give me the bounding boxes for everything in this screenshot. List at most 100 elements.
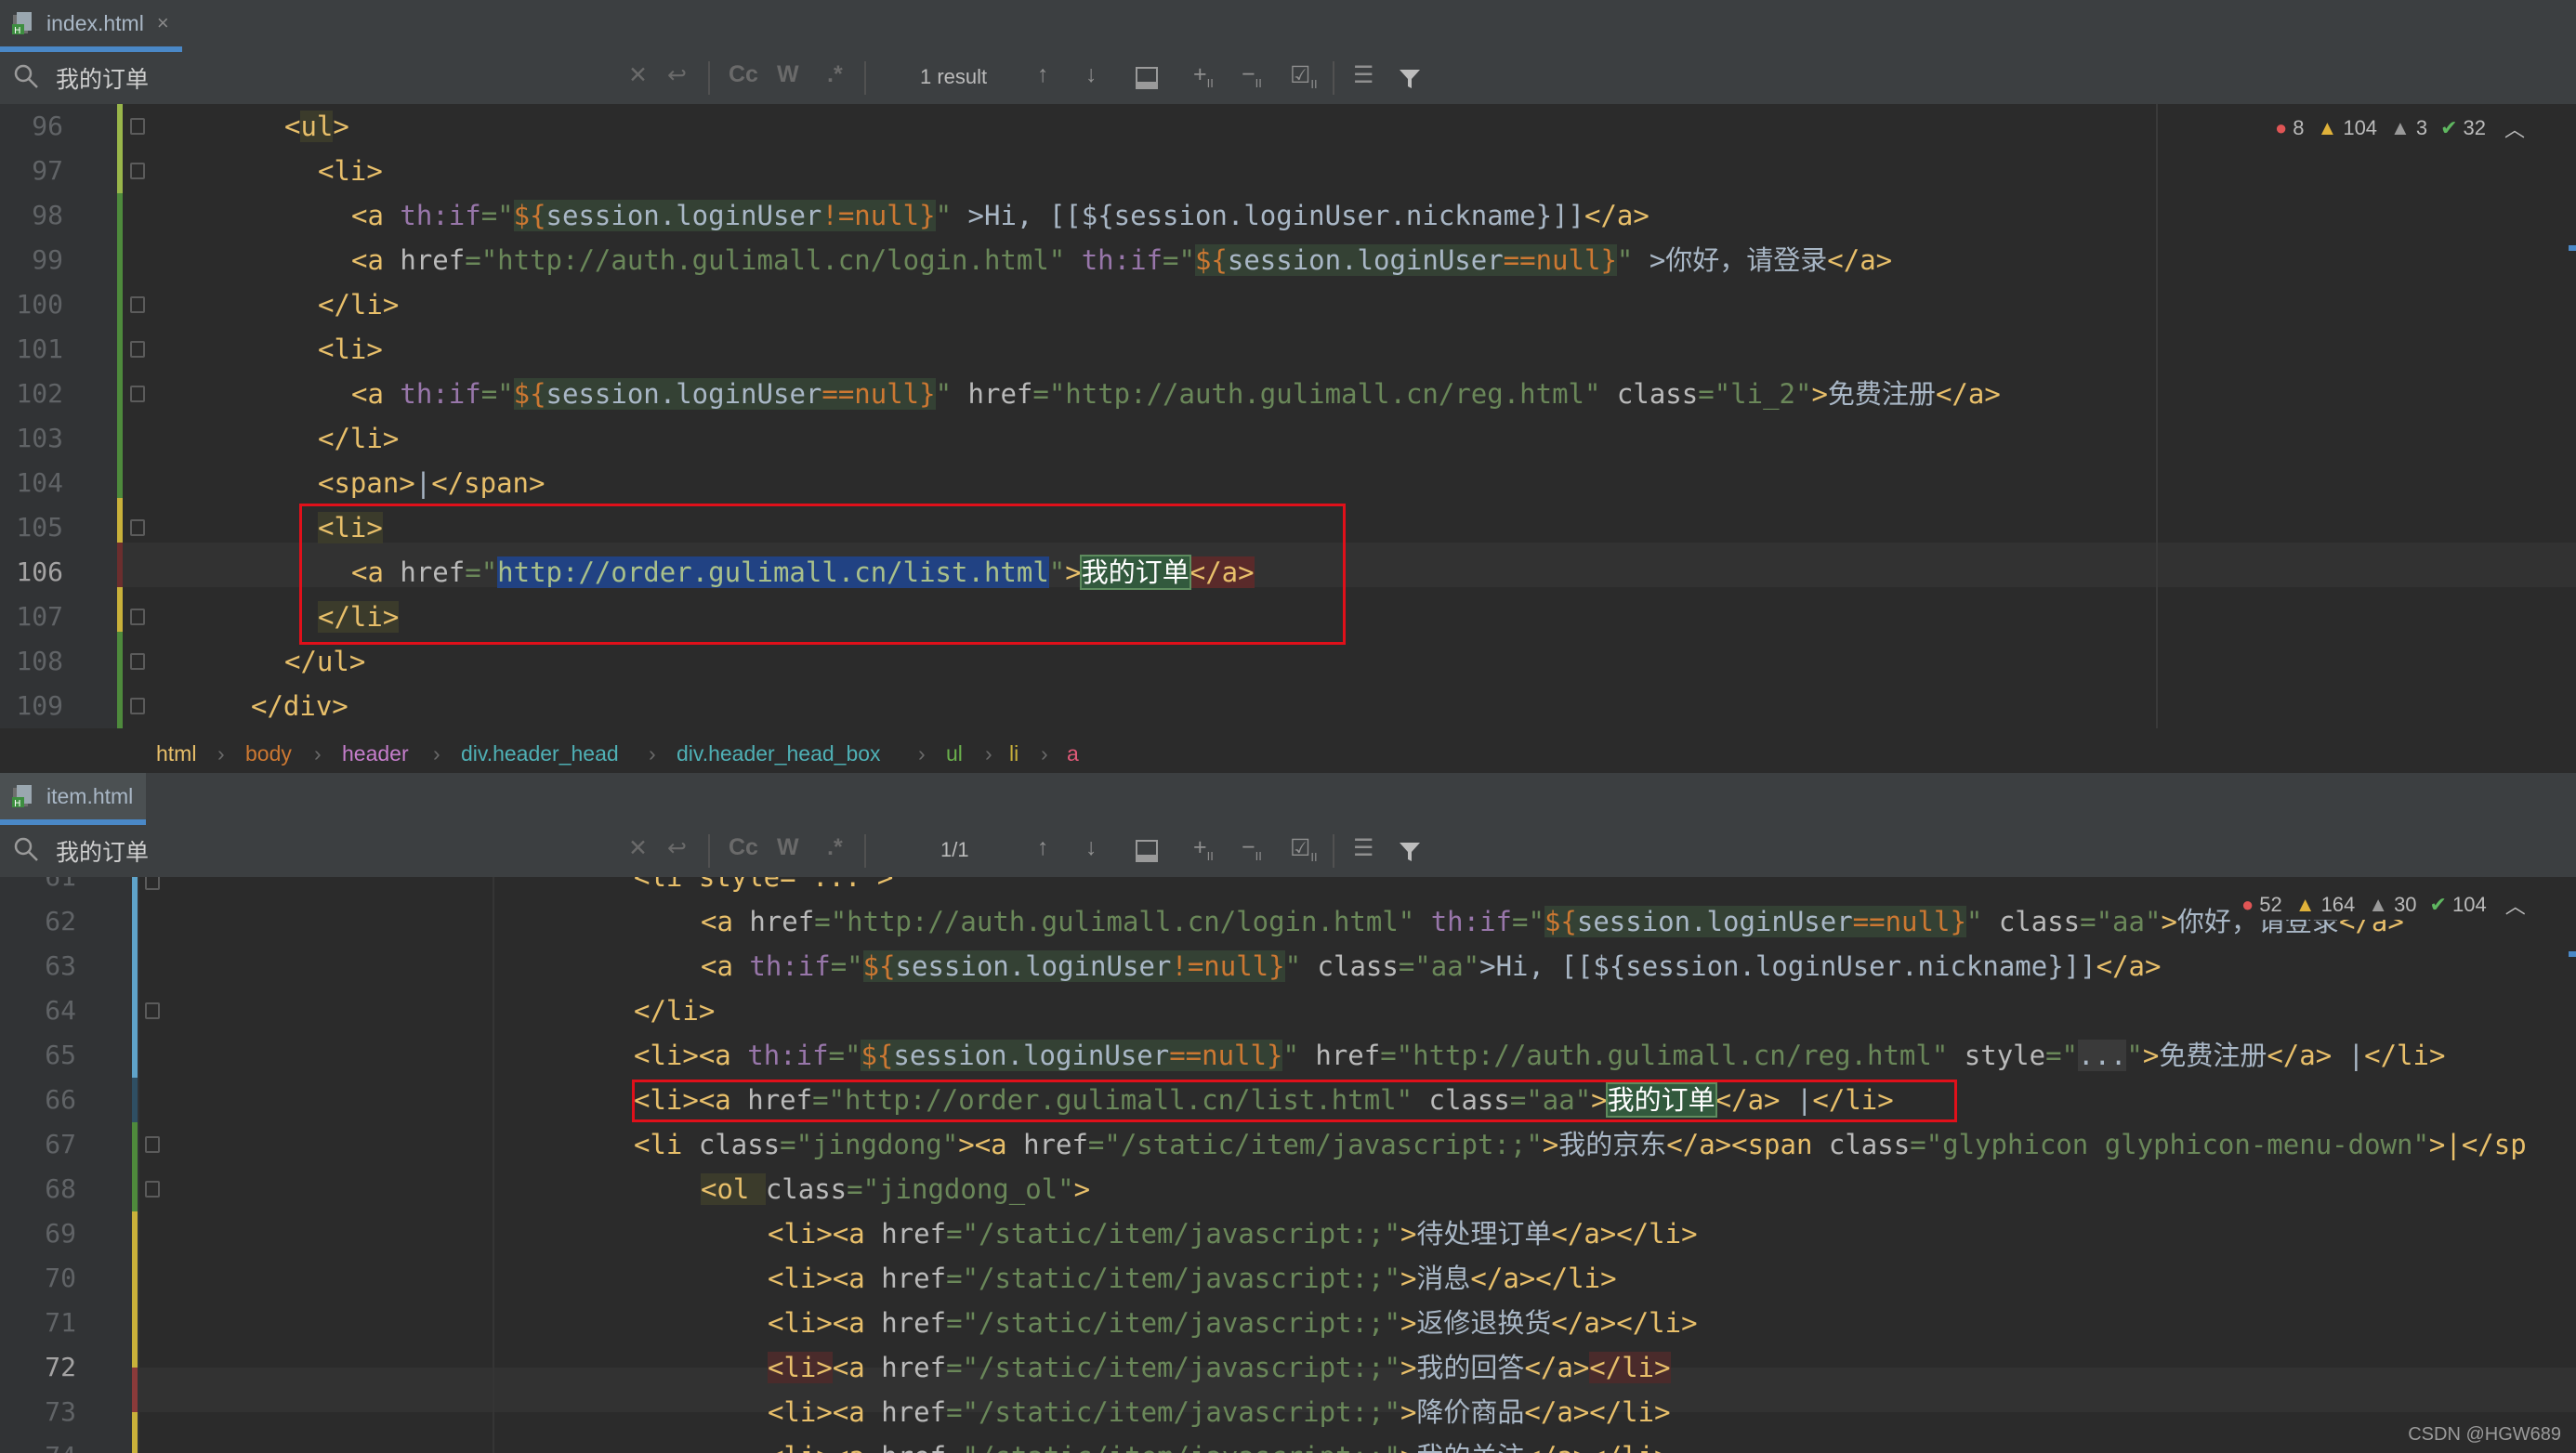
open-in-window-icon[interactable] bbox=[1136, 67, 1158, 89]
remove-selection-icon[interactable]: −II bbox=[1242, 834, 1262, 863]
arrow-up-icon[interactable]: ↑ bbox=[1037, 61, 1049, 88]
editor-pane-top[interactable]: 96 97 98 99 100 101 102 103 104 105 106 … bbox=[0, 104, 2576, 728]
code-line[interactable]: <li><a href="/static/item/javascript:;">… bbox=[768, 1301, 1698, 1345]
replace-icon[interactable]: ↩ bbox=[667, 834, 687, 862]
breadcrumb-item[interactable]: a bbox=[1067, 728, 1079, 779]
code-line[interactable]: <ol class="jingdong_ol"> bbox=[701, 1167, 1090, 1211]
code-line[interactable]: <span>|</span> bbox=[318, 461, 545, 505]
breadcrumb-item[interactable]: div.header_head_box bbox=[677, 728, 881, 779]
breadcrumb: html › body › header › div.header_head ›… bbox=[0, 728, 2576, 779]
arrow-up-icon[interactable]: ↑ bbox=[1037, 834, 1049, 861]
code-line[interactable]: <a th:if="${session.loginUser==null}" hr… bbox=[351, 372, 2001, 416]
search-icon[interactable] bbox=[13, 836, 41, 870]
breadcrumb-item[interactable]: div.header_head bbox=[461, 728, 619, 779]
text: 我的京东 bbox=[1558, 1129, 1667, 1160]
inspection-widget[interactable]: ● 52 ▲ 164 ▲ 30 ✔ 104 ︿ bbox=[2236, 890, 2526, 920]
clear-icon[interactable]: ✕ bbox=[628, 834, 648, 862]
fold-icon[interactable] bbox=[130, 163, 145, 179]
fold-icon[interactable] bbox=[130, 519, 145, 536]
fold-icon[interactable] bbox=[130, 386, 145, 402]
code-line[interactable]: </li> bbox=[318, 416, 399, 461]
filter-icon[interactable] bbox=[1398, 67, 1422, 95]
code-line[interactable]: <a th:if="${session.loginUser!=null}" cl… bbox=[701, 944, 2161, 988]
weak-warning-icon: ▲ bbox=[2368, 893, 2389, 916]
breadcrumb-item[interactable]: ul bbox=[946, 728, 963, 779]
fold-icon[interactable] bbox=[145, 1002, 160, 1019]
search-input[interactable]: 我的订单 bbox=[56, 834, 149, 868]
attr: th:if bbox=[400, 378, 481, 410]
search-icon[interactable] bbox=[13, 63, 41, 98]
regex-toggle[interactable]: .* bbox=[827, 61, 843, 88]
breadcrumb-item[interactable]: html bbox=[156, 728, 196, 779]
annotation-box bbox=[632, 1080, 1957, 1122]
code-line[interactable]: </li> bbox=[634, 988, 715, 1033]
tag: > bbox=[2142, 1040, 2160, 1071]
inspection-widget[interactable]: ● 8 ▲ 104 ▲ 3 ✔ 32 ︿ bbox=[2275, 113, 2525, 143]
remove-selection-icon[interactable]: −II bbox=[1242, 61, 1262, 90]
right-margin-guide bbox=[2156, 104, 2158, 728]
line-number: 71 bbox=[45, 1307, 76, 1338]
multiline-icon[interactable]: ☰ bbox=[1353, 61, 1373, 89]
code-line[interactable]: <li> bbox=[318, 149, 383, 193]
chevron-up-icon[interactable]: ︿ bbox=[2504, 113, 2525, 143]
open-in-window-icon[interactable] bbox=[1136, 840, 1158, 862]
code-line[interactable]: <li> bbox=[318, 327, 383, 372]
code-line[interactable]: <a th:if="${session.loginUser!=null}" >H… bbox=[351, 193, 1649, 238]
add-selection-icon[interactable]: +II bbox=[1193, 834, 1214, 863]
annotation-box bbox=[299, 504, 1346, 645]
tag: < bbox=[284, 111, 301, 142]
replace-icon[interactable]: ↩ bbox=[667, 61, 687, 89]
regex-toggle[interactable]: .* bbox=[827, 834, 843, 861]
code-line-current[interactable]: <li><a href="/static/item/javascript:;">… bbox=[768, 1345, 1671, 1390]
tab-index-html[interactable]: H index.html × bbox=[0, 0, 182, 52]
code-line[interactable]: </ul> bbox=[284, 639, 365, 684]
fold-icon[interactable] bbox=[130, 609, 145, 625]
add-selection-icon[interactable]: +II bbox=[1193, 61, 1214, 90]
fold-icon[interactable] bbox=[130, 698, 145, 714]
search-input[interactable]: 我的订单 bbox=[56, 61, 149, 95]
arrow-down-icon[interactable]: ↓ bbox=[1085, 61, 1097, 88]
error-icon: ● bbox=[2241, 893, 2254, 916]
code-line[interactable]: <ul> bbox=[284, 104, 349, 149]
fold-icon[interactable] bbox=[145, 1181, 160, 1198]
match-case-toggle[interactable]: Cc bbox=[729, 834, 758, 861]
code-line[interactable]: <li><a th:if="${session.loginUser==null}… bbox=[634, 1033, 2445, 1078]
code-line[interactable]: <li style="..."> bbox=[634, 877, 893, 899]
code-line[interactable]: <a href="http://auth.gulimall.cn/login.h… bbox=[351, 238, 1892, 282]
fold-icon[interactable] bbox=[145, 1136, 160, 1153]
code-line[interactable]: <a href="http://auth.gulimall.cn/login.h… bbox=[701, 899, 2404, 944]
fold-icon[interactable] bbox=[145, 877, 160, 890]
tag: <ol bbox=[701, 1173, 766, 1205]
whole-word-toggle[interactable]: W bbox=[777, 61, 799, 88]
clear-icon[interactable]: ✕ bbox=[628, 61, 648, 89]
code-line[interactable]: <li class="jingdong"><a href="/static/it… bbox=[634, 1122, 2527, 1167]
tab-item-html[interactable]: H item.html bbox=[0, 773, 147, 825]
select-all-icon[interactable]: ☑II bbox=[1290, 834, 1318, 864]
select-all-icon[interactable]: ☑II bbox=[1290, 61, 1318, 91]
close-icon[interactable]: × bbox=[157, 11, 169, 35]
fold-icon[interactable] bbox=[130, 296, 145, 313]
code-line[interactable]: </div> bbox=[251, 684, 348, 728]
text: >Hi, [[${session.loginUser.nickname}]] bbox=[952, 200, 1584, 231]
chevron-up-icon[interactable]: ︿ bbox=[2505, 890, 2526, 920]
code-line[interactable]: <li><a href="/static/item/javascript:;">… bbox=[768, 1256, 1617, 1301]
code-line[interactable]: <li><a href="/static/item/javascript:;">… bbox=[768, 1390, 1671, 1434]
breadcrumb-item[interactable]: li bbox=[1009, 728, 1019, 779]
whole-word-toggle[interactable]: W bbox=[777, 834, 799, 861]
code-line[interactable]: </li> bbox=[318, 282, 399, 327]
fold-icon[interactable] bbox=[130, 341, 145, 358]
code-line[interactable]: <li><a href="/static/item/javascript:;">… bbox=[768, 1434, 1671, 1453]
match-case-toggle[interactable]: Cc bbox=[729, 61, 758, 88]
tag: <a bbox=[974, 1129, 1024, 1160]
fold-icon[interactable] bbox=[130, 653, 145, 670]
filter-icon[interactable] bbox=[1398, 840, 1422, 868]
folded-text[interactable]: ... bbox=[2078, 1040, 2127, 1071]
breadcrumb-item[interactable]: header bbox=[342, 728, 409, 779]
multiline-icon[interactable]: ☰ bbox=[1353, 834, 1373, 862]
text: 我的关注 bbox=[1416, 1441, 1524, 1453]
arrow-down-icon[interactable]: ↓ bbox=[1085, 834, 1097, 861]
editor-pane-bottom[interactable]: 61 62 63 64 65 66 67 68 69 70 71 72 73 7… bbox=[0, 877, 2576, 1453]
code-line[interactable]: <li><a href="/static/item/javascript:;">… bbox=[768, 1211, 1698, 1256]
breadcrumb-item[interactable]: body bbox=[245, 728, 292, 779]
fold-icon[interactable] bbox=[130, 118, 145, 135]
